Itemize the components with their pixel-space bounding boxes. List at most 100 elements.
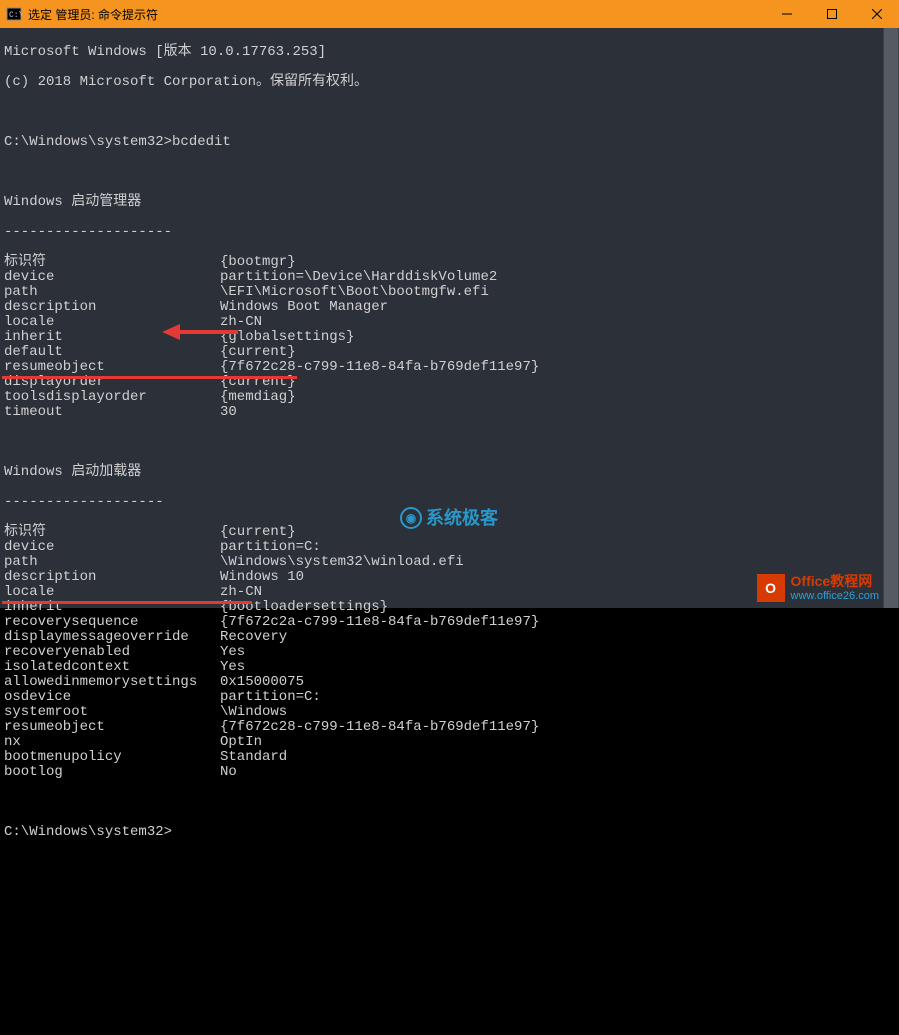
- titlebar: C:\ 选定 管理员: 命令提示符: [0, 0, 899, 28]
- field-value: Windows 10: [220, 570, 304, 585]
- field-key: locale: [4, 585, 220, 600]
- output-row: resumeobject{7f672c28-c799-11e8-84fa-b76…: [4, 720, 895, 735]
- output-row: toolsdisplayorder{memdiag}: [4, 390, 895, 405]
- output-row: recoverysequence{7f672c2a-c799-11e8-84fa…: [4, 615, 895, 630]
- field-key: displayorder: [4, 375, 220, 390]
- field-value: Recovery: [220, 630, 287, 645]
- field-key: 标识符: [4, 525, 220, 540]
- field-value: \Windows: [220, 705, 287, 720]
- field-key: allowedinmemorysettings: [4, 675, 220, 690]
- field-key: toolsdisplayorder: [4, 390, 220, 405]
- field-value: partition=C:: [220, 690, 321, 705]
- field-key: inherit: [4, 330, 220, 345]
- field-key: locale: [4, 315, 220, 330]
- field-key: timeout: [4, 405, 220, 420]
- field-key: bootlog: [4, 765, 220, 780]
- field-key: device: [4, 270, 220, 285]
- field-value: 0x15000075: [220, 675, 304, 690]
- section-boot-loader: Windows 启动加载器: [4, 465, 895, 480]
- window-title: 选定 管理员: 命令提示符: [28, 6, 764, 23]
- field-value: {memdiag}: [220, 390, 296, 405]
- copyright-line: (c) 2018 Microsoft Corporation。保留所有权利。: [4, 75, 895, 90]
- output-row: path\Windows\system32\winload.efi: [4, 555, 895, 570]
- field-key: path: [4, 285, 220, 300]
- output-row: isolatedcontextYes: [4, 660, 895, 675]
- version-line: Microsoft Windows [版本 10.0.17763.253]: [4, 45, 895, 60]
- scrollbar[interactable]: [883, 28, 899, 608]
- field-value: No: [220, 765, 237, 780]
- field-value: OptIn: [220, 735, 262, 750]
- output-row: displaymessageoverrideRecovery: [4, 630, 895, 645]
- field-value: {current}: [220, 375, 296, 390]
- window-controls: [764, 0, 899, 28]
- output-row: descriptionWindows Boot Manager: [4, 300, 895, 315]
- field-key: recoveryenabled: [4, 645, 220, 660]
- field-value: partition=C:: [220, 540, 321, 555]
- field-value: \Windows\system32\winload.efi: [220, 555, 464, 570]
- output-row: nxOptIn: [4, 735, 895, 750]
- scrollbar-thumb[interactable]: [884, 28, 898, 608]
- field-key: systemroot: [4, 705, 220, 720]
- field-value: Windows Boot Manager: [220, 300, 388, 315]
- maximize-button[interactable]: [809, 0, 854, 28]
- output-row: localezh-CN: [4, 315, 895, 330]
- field-value: 30: [220, 405, 237, 420]
- field-value: \EFI\Microsoft\Boot\bootmgfw.efi: [220, 285, 489, 300]
- field-key: default: [4, 345, 220, 360]
- output-row: systemroot\Windows: [4, 705, 895, 720]
- cmd-icon: C:\: [6, 6, 22, 22]
- field-value: {current}: [220, 525, 296, 540]
- field-value: {7f672c28-c799-11e8-84fa-b769def11e97}: [220, 720, 539, 735]
- field-key: 标识符: [4, 255, 220, 270]
- field-key: recoverysequence: [4, 615, 220, 630]
- output-row: bootmenupolicyStandard: [4, 750, 895, 765]
- field-value: zh-CN: [220, 315, 262, 330]
- output-row: descriptionWindows 10: [4, 570, 895, 585]
- output-row: timeout30: [4, 405, 895, 420]
- minimize-button[interactable]: [764, 0, 809, 28]
- field-key: path: [4, 555, 220, 570]
- field-value: {current}: [220, 345, 296, 360]
- output-row: resumeobject{7f672c28-c799-11e8-84fa-b76…: [4, 360, 895, 375]
- field-key: resumeobject: [4, 360, 220, 375]
- output-row: default{current}: [4, 345, 895, 360]
- field-key: bootmenupolicy: [4, 750, 220, 765]
- field-value: {7f672c2a-c799-11e8-84fa-b769def11e97}: [220, 615, 539, 630]
- field-value: Yes: [220, 645, 245, 660]
- field-value: {7f672c28-c799-11e8-84fa-b769def11e97}: [220, 360, 539, 375]
- field-key: resumeobject: [4, 720, 220, 735]
- output-row: displayorder{current}: [4, 375, 895, 390]
- field-key: isolatedcontext: [4, 660, 220, 675]
- field-value: zh-CN: [220, 585, 262, 600]
- prompt-idle: C:\Windows\system32>: [4, 825, 895, 840]
- field-value: {globalsettings}: [220, 330, 354, 345]
- output-row: devicepartition=\Device\HarddiskVolume2: [4, 270, 895, 285]
- terminal-output[interactable]: Microsoft Windows [版本 10.0.17763.253] (c…: [0, 28, 899, 608]
- field-value: partition=\Device\HarddiskVolume2: [220, 270, 497, 285]
- close-button[interactable]: [854, 0, 899, 28]
- field-key: osdevice: [4, 690, 220, 705]
- output-row: allowedinmemorysettings0x15000075: [4, 675, 895, 690]
- field-key: description: [4, 300, 220, 315]
- field-value: {bootmgr}: [220, 255, 296, 270]
- output-row: osdevicepartition=C:: [4, 690, 895, 705]
- separator: -------------------: [4, 495, 895, 510]
- field-key: nx: [4, 735, 220, 750]
- prompt-bcdedit: C:\Windows\system32>bcdedit: [4, 135, 895, 150]
- field-key: description: [4, 570, 220, 585]
- output-row: 标识符{current}: [4, 525, 895, 540]
- output-row: devicepartition=C:: [4, 540, 895, 555]
- output-row: 标识符{bootmgr}: [4, 255, 895, 270]
- field-key: device: [4, 540, 220, 555]
- separator: --------------------: [4, 225, 895, 240]
- field-value: Yes: [220, 660, 245, 675]
- output-row: localezh-CN: [4, 585, 895, 600]
- section-boot-manager: Windows 启动管理器: [4, 195, 895, 210]
- output-row: recoveryenabledYes: [4, 645, 895, 660]
- output-row: bootlogNo: [4, 765, 895, 780]
- field-value: Standard: [220, 750, 287, 765]
- output-row: path\EFI\Microsoft\Boot\bootmgfw.efi: [4, 285, 895, 300]
- svg-text:C:\: C:\: [9, 11, 22, 20]
- field-key: displaymessageoverride: [4, 630, 220, 645]
- output-row: inherit{globalsettings}: [4, 330, 895, 345]
